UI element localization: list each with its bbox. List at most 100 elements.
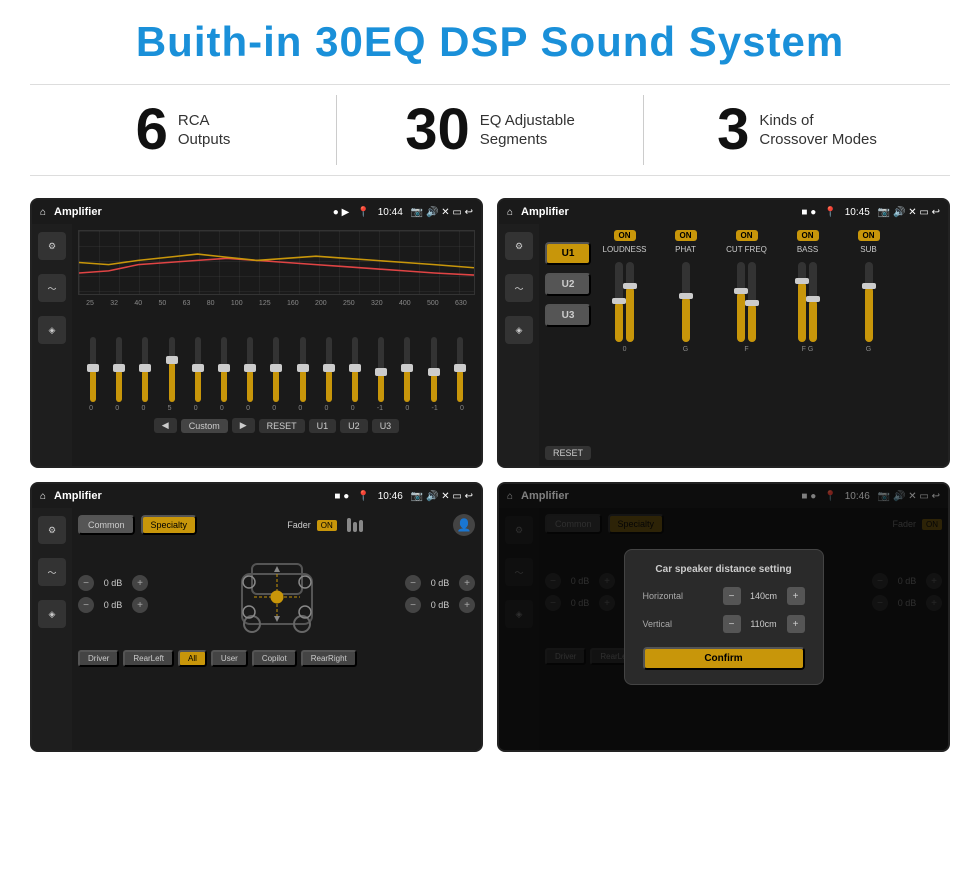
- eq-u3-btn[interactable]: U3: [372, 419, 400, 433]
- eq-slider-col-12: [378, 337, 384, 402]
- crossover-side-panel: ⚙ 〜 ◈: [499, 224, 539, 466]
- cutfreq-sliders: [737, 262, 756, 342]
- fader-main-area: Common Specialty Fader ON 👤: [72, 508, 481, 750]
- eq-preset-btn[interactable]: Custom: [181, 419, 228, 433]
- rearright-btn[interactable]: RearRight: [301, 650, 357, 667]
- crossover-main-area: U1 U2 U3 RESET ON LOUDNESS: [539, 224, 948, 466]
- vol-minus-fl[interactable]: −: [78, 575, 94, 591]
- eq-dots: ● ▶: [333, 207, 350, 218]
- dialog-overlay: Car speaker distance setting Horizontal …: [499, 484, 948, 750]
- vol-row-fr: − 0 dB +: [405, 575, 475, 591]
- vol-plus-fr[interactable]: +: [459, 575, 475, 591]
- vol-value-rl: 0 dB: [98, 600, 128, 610]
- stat-eq: 30 EQ AdjustableSegments: [336, 95, 643, 165]
- fader-status-bar: ⌂ Amplifier ■ ● 📍 10:46 📷 🔊 ✕ ▭ ↩: [32, 484, 481, 508]
- distance-dialog: Car speaker distance setting Horizontal …: [624, 549, 824, 685]
- bass-col: ON BASS F G: [780, 230, 835, 460]
- confirm-button[interactable]: Confirm: [643, 647, 805, 670]
- fader-screen-content: ⚙ 〜 ◈ Common Specialty Fader ON: [32, 508, 481, 750]
- u1-button[interactable]: U1: [545, 242, 591, 265]
- eq-side-btn-3[interactable]: ◈: [38, 316, 66, 344]
- crossover-status-bar: ⌂ Amplifier ■ ● 📍 10:45 📷 🔊 ✕ ▭ ↩: [499, 200, 948, 224]
- fader-side-btn-1[interactable]: ⚙: [38, 516, 66, 544]
- loudness-label: LOUDNESS: [603, 245, 647, 254]
- fader-time: 10:46: [378, 491, 403, 502]
- eq-slider-col-7: [247, 337, 253, 402]
- eq-status-bar: ⌂ Amplifier ● ▶ 📍 10:44 📷 🔊 ✕ ▭ ↩: [32, 200, 481, 224]
- sub-col: ON SUB G: [841, 230, 896, 460]
- eq-graph: [78, 230, 475, 295]
- cross-home-icon[interactable]: ⌂: [507, 207, 513, 218]
- vertical-row: Vertical − 110cm +: [643, 615, 805, 633]
- horizontal-plus-btn[interactable]: +: [787, 587, 805, 605]
- eq-u2-btn[interactable]: U2: [340, 419, 368, 433]
- eq-time: 10:44: [378, 207, 403, 218]
- fader-side-panel: ⚙ 〜 ◈: [32, 508, 72, 750]
- vertical-value: 110cm: [745, 619, 783, 629]
- rearleft-btn[interactable]: RearLeft: [123, 650, 174, 667]
- all-btn[interactable]: All: [178, 650, 207, 667]
- vol-minus-rl[interactable]: −: [78, 597, 94, 613]
- vertical-plus-btn[interactable]: +: [787, 615, 805, 633]
- eq-pin-icon: 📍: [357, 207, 369, 218]
- eq-side-btn-1[interactable]: ⚙: [38, 232, 66, 260]
- distance-screen-card: ⌂ Amplifier ■ ● 📍 10:46 📷 🔊 ✕ ▭ ↩ ⚙ 〜 ◈ …: [497, 482, 950, 752]
- cross-title: Amplifier: [521, 206, 793, 218]
- vertical-minus-btn[interactable]: −: [723, 615, 741, 633]
- home-icon[interactable]: ⌂: [40, 207, 46, 218]
- horizontal-minus-btn[interactable]: −: [723, 587, 741, 605]
- fader-home-icon[interactable]: ⌂: [40, 491, 46, 502]
- stat-label-eq: EQ AdjustableSegments: [480, 111, 575, 150]
- u2-button[interactable]: U2: [545, 273, 591, 296]
- vol-minus-rr[interactable]: −: [405, 597, 421, 613]
- vol-minus-fr[interactable]: −: [405, 575, 421, 591]
- fader-top-bar: Common Specialty Fader ON 👤: [78, 514, 475, 536]
- cross-side-btn-1[interactable]: ⚙: [505, 232, 533, 260]
- loudness-sliders: [615, 262, 634, 342]
- cross-side-btn-2[interactable]: 〜: [505, 274, 533, 302]
- fader-pin-icon: 📍: [357, 491, 369, 502]
- cross-pin-icon: 📍: [824, 207, 836, 218]
- common-tab-btn[interactable]: Common: [78, 515, 135, 535]
- crossover-screen-content: ⚙ 〜 ◈ U1 U2 U3 RESET ON: [499, 224, 948, 466]
- fader-side-btn-2[interactable]: 〜: [38, 558, 66, 586]
- specialty-tab-btn[interactable]: Specialty: [141, 515, 198, 535]
- eq-reset-btn[interactable]: RESET: [259, 419, 305, 433]
- stat-label-rca: RCAOutputs: [178, 111, 231, 150]
- cross-dots: ■ ●: [801, 207, 816, 218]
- main-title: Buith-in 30EQ DSP Sound System: [30, 18, 950, 66]
- sub-label: SUB: [860, 245, 876, 254]
- sub-sliders: [865, 262, 873, 342]
- horizontal-label: Horizontal: [643, 591, 698, 601]
- copilot-btn[interactable]: Copilot: [252, 650, 297, 667]
- stat-label-crossover: Kinds ofCrossover Modes: [759, 111, 877, 150]
- vol-plus-rr[interactable]: +: [459, 597, 475, 613]
- vol-plus-rl[interactable]: +: [132, 597, 148, 613]
- fader-sliders-icon: [347, 518, 363, 532]
- fader-title: Amplifier: [54, 490, 326, 502]
- eq-bottom-bar: ◀ Custom ▶ RESET U1 U2 U3: [78, 418, 475, 433]
- cross-reset-btn[interactable]: RESET: [545, 446, 591, 460]
- cross-status-icons: 📷 🔊 ✕ ▭ ↩: [878, 207, 940, 218]
- eq-next-btn[interactable]: ▶: [232, 418, 255, 433]
- stat-rca: 6 RCAOutputs: [30, 95, 336, 165]
- user-btn[interactable]: User: [211, 650, 248, 667]
- vol-plus-fl[interactable]: +: [132, 575, 148, 591]
- eq-values-row: 00050000000-10-10: [78, 405, 475, 412]
- car-diagram: [156, 544, 397, 644]
- loudness-col: ON LOUDNESS 0: [597, 230, 652, 460]
- eq-slider-col-3: [142, 337, 148, 402]
- cross-side-btn-3[interactable]: ◈: [505, 316, 533, 344]
- driver-btn[interactable]: Driver: [78, 650, 119, 667]
- eq-screen-content: ⚙ 〜 ◈ 2532405063801001251602002503204005…: [32, 224, 481, 466]
- fader-side-btn-3[interactable]: ◈: [38, 600, 66, 628]
- eq-u1-btn[interactable]: U1: [309, 419, 337, 433]
- eq-prev-btn[interactable]: ◀: [154, 418, 177, 433]
- fader-label-text: Fader: [287, 520, 311, 530]
- eq-side-btn-2[interactable]: 〜: [38, 274, 66, 302]
- u3-button[interactable]: U3: [545, 304, 591, 327]
- eq-slider-col-11: [352, 337, 358, 402]
- eq-slider-col-13: [404, 337, 410, 402]
- crossover-screen-card: ⌂ Amplifier ■ ● 📍 10:45 📷 🔊 ✕ ▭ ↩ ⚙ 〜 ◈ …: [497, 198, 950, 468]
- cutfreq-label: CUT FREQ: [726, 245, 767, 254]
